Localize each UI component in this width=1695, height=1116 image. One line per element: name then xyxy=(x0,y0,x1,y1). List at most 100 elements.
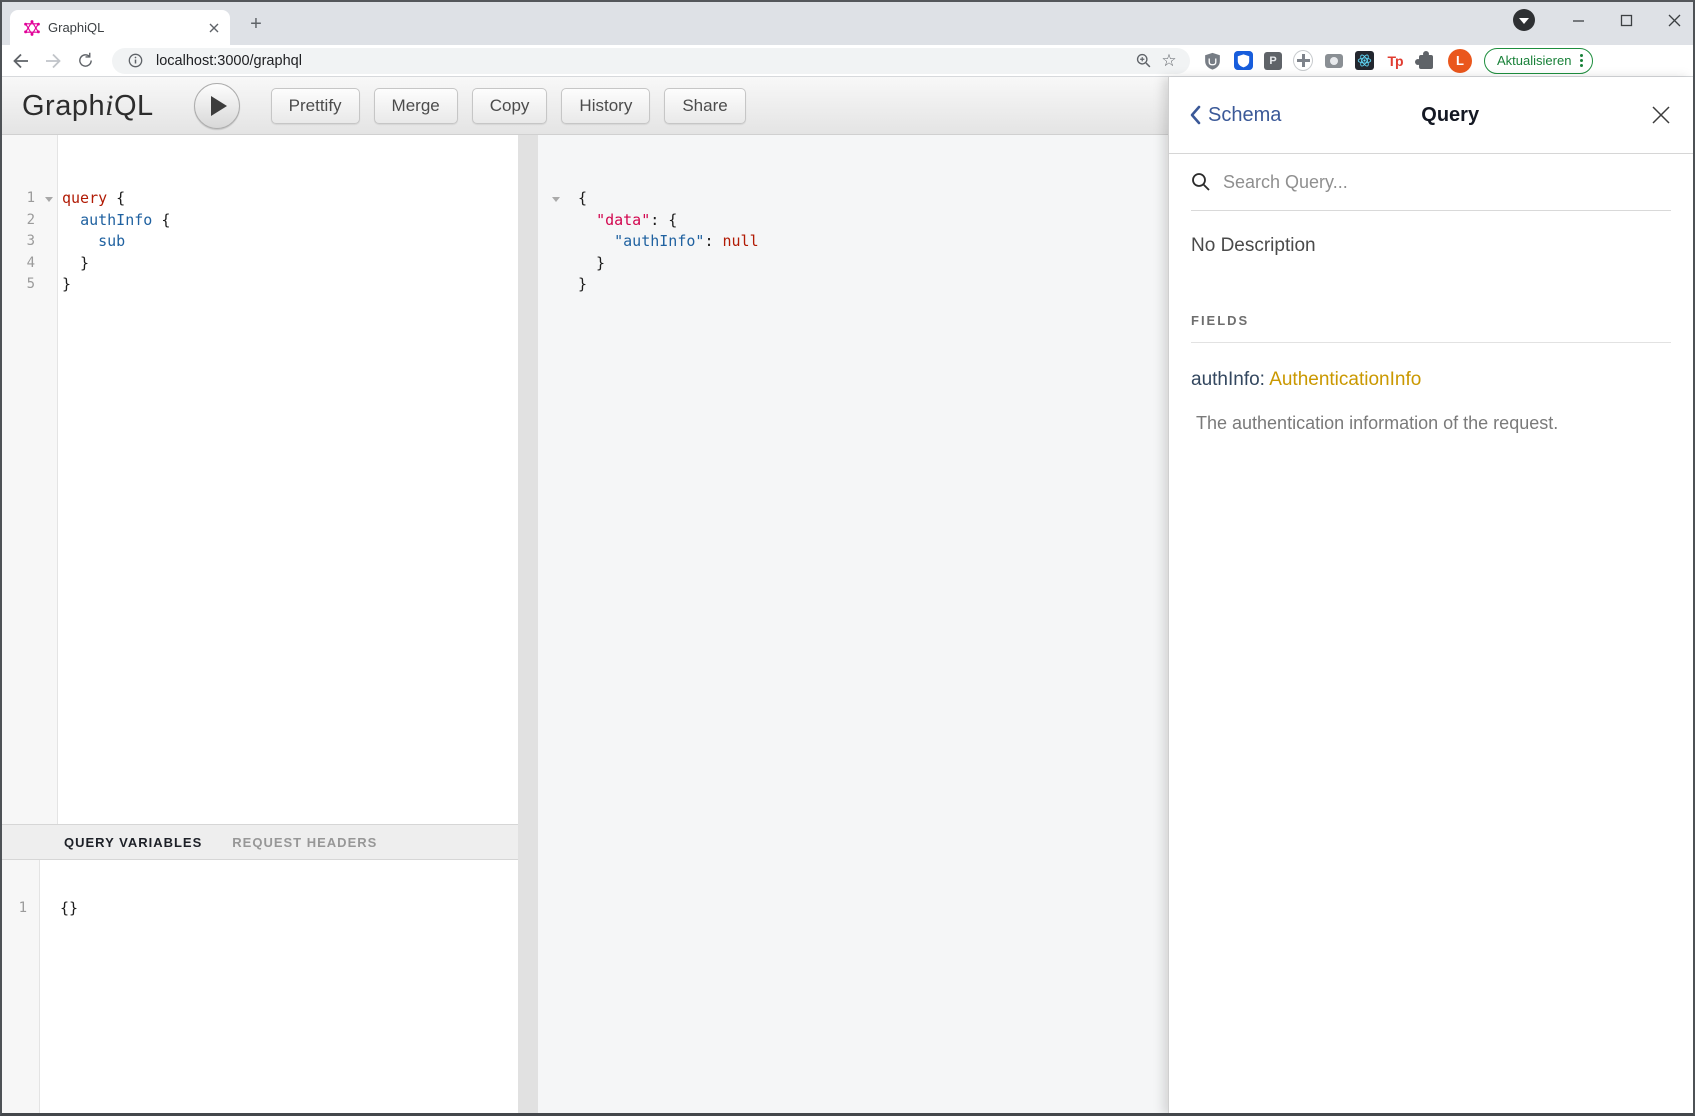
code-line[interactable]: "authInfo": null xyxy=(540,231,1170,253)
query-pane: 1query {2 authInfo {3 sub4 }5} QUERY VAR… xyxy=(2,135,518,1115)
code-line[interactable]: 2 authInfo { xyxy=(2,210,518,232)
line-number: 1 xyxy=(2,898,32,920)
editor-panes: 1query {2 authInfo {3 sub4 }5} QUERY VAR… xyxy=(2,135,1168,1115)
react-devtools-icon[interactable] xyxy=(1355,51,1374,70)
fold-gutter xyxy=(40,274,57,296)
profile-avatar[interactable]: L xyxy=(1448,49,1472,73)
graphiql-app: GraphiQL Prettify Merge Copy History Sha… xyxy=(2,77,1693,1115)
bitwarden-icon[interactable] xyxy=(1233,51,1253,71)
line-number: 5 xyxy=(2,274,40,296)
bookmark-star-icon[interactable]: ☆ xyxy=(1156,48,1182,74)
doc-search-bar xyxy=(1191,154,1671,211)
share-button[interactable]: Share xyxy=(664,88,745,124)
doc-back-link[interactable]: Schema xyxy=(1189,104,1281,127)
browser-window: GraphiQL + xyxy=(0,0,1695,1116)
fold-gutter xyxy=(540,274,578,296)
doc-explorer-header: Schema Query xyxy=(1169,77,1693,154)
code-text: } xyxy=(578,253,1170,275)
code-line[interactable]: 1{} xyxy=(2,898,518,920)
code-line[interactable]: 1 query { xyxy=(2,188,518,210)
pane-resize-handle[interactable] xyxy=(518,135,538,1115)
code-text: authInfo { xyxy=(57,210,518,232)
search-icon xyxy=(1191,172,1211,192)
graphiql-toolbar: GraphiQL Prettify Merge Copy History Sha… xyxy=(2,77,1168,135)
code-line[interactable]: 4 } xyxy=(2,253,518,275)
fold-gutter xyxy=(40,253,57,275)
code-line[interactable]: } xyxy=(540,253,1170,275)
variables-editor[interactable]: 1{} xyxy=(2,860,518,1115)
minimize-button[interactable] xyxy=(1565,7,1591,33)
copy-button[interactable]: Copy xyxy=(472,88,548,124)
forward-icon[interactable] xyxy=(40,48,66,74)
doc-explorer-panel: Schema Query No Description FIELDS authI… xyxy=(1168,77,1693,1115)
move-tool-icon[interactable] xyxy=(1293,50,1313,71)
code-text: query { xyxy=(57,188,518,210)
doc-close-icon[interactable] xyxy=(1649,103,1673,127)
extensions-puzzle-icon[interactable] xyxy=(1419,55,1433,69)
doc-explorer-title: Query xyxy=(1281,104,1649,127)
fold-gutter xyxy=(540,253,578,275)
field-name-link[interactable]: authInfo xyxy=(1191,369,1260,390)
code-line[interactable]: 3 sub xyxy=(2,231,518,253)
code-text: } xyxy=(57,274,518,296)
code-line[interactable]: 5} xyxy=(2,274,518,296)
code-line[interactable]: { xyxy=(540,188,1170,210)
reload-icon[interactable] xyxy=(72,48,98,74)
history-button[interactable]: History xyxy=(561,88,650,124)
address-bar[interactable]: localhost:3000/graphql ☆ xyxy=(112,48,1190,74)
doc-back-label: Schema xyxy=(1208,104,1281,127)
fold-gutter xyxy=(40,210,57,232)
graphql-favicon-icon xyxy=(24,20,40,36)
zoom-icon[interactable] xyxy=(1130,48,1156,74)
query-editor[interactable]: 1query {2 authInfo {3 sub4 }5} xyxy=(2,135,518,824)
fold-arrow-icon[interactable] xyxy=(540,188,578,210)
browser-tab[interactable]: GraphiQL xyxy=(10,10,230,45)
code-text: "authInfo": null xyxy=(578,231,1170,253)
update-browser-label: Aktualisieren xyxy=(1497,53,1571,68)
fold-arrow-icon[interactable] xyxy=(40,188,57,210)
merge-button[interactable]: Merge xyxy=(374,88,458,124)
code-text: {} xyxy=(32,898,518,920)
url-text[interactable]: localhost:3000/graphql xyxy=(156,53,1130,69)
extensions-row: P Tp xyxy=(1202,51,1436,71)
maximize-button[interactable] xyxy=(1613,7,1639,33)
field-type-link[interactable]: AuthenticationInfo xyxy=(1269,369,1421,390)
field-description: The authentication information of the re… xyxy=(1196,413,1671,434)
line-number: 3 xyxy=(2,231,40,253)
code-line[interactable]: "data": { xyxy=(540,210,1170,232)
line-number: 4 xyxy=(2,253,40,275)
execute-query-button[interactable] xyxy=(194,83,240,129)
close-window-button[interactable] xyxy=(1661,7,1687,33)
doc-search-input[interactable] xyxy=(1221,171,1671,194)
code-line[interactable]: } xyxy=(540,274,1170,296)
doc-field-item: authInfo: AuthenticationInfo xyxy=(1191,369,1671,391)
fields-section-header: FIELDS xyxy=(1191,313,1671,328)
tab-close-icon[interactable] xyxy=(206,20,222,36)
camera-extension-icon[interactable] xyxy=(1325,54,1343,68)
site-info-icon[interactable] xyxy=(122,48,148,74)
code-text: } xyxy=(57,253,518,275)
back-icon[interactable] xyxy=(8,48,34,74)
code-text: sub xyxy=(57,231,518,253)
doc-explorer-content: No Description FIELDS authInfo: Authenti… xyxy=(1169,235,1693,434)
update-browser-button[interactable]: Aktualisieren xyxy=(1484,48,1593,74)
code-text: } xyxy=(578,274,1170,296)
tab-strip: GraphiQL + xyxy=(2,2,1693,45)
tab-query-variables[interactable]: QUERY VARIABLES xyxy=(64,835,202,850)
window-controls xyxy=(1513,2,1687,38)
ublock-icon[interactable] xyxy=(1202,51,1222,71)
titlebar-dropdown-icon[interactable] xyxy=(1513,9,1535,31)
graphiql-logo: GraphiQL xyxy=(22,89,154,123)
code-text: "data": { xyxy=(578,210,1170,232)
new-tab-button[interactable]: + xyxy=(242,10,270,38)
fold-gutter xyxy=(540,210,578,232)
result-viewer[interactable]: { "data": { "authInfo": null }} xyxy=(538,135,1170,1115)
browser-menu-icon[interactable] xyxy=(1577,54,1586,67)
privacy-extension-icon[interactable]: P xyxy=(1264,52,1282,70)
prettify-button[interactable]: Prettify xyxy=(271,88,360,124)
tp-extension-icon[interactable]: Tp xyxy=(1385,51,1405,71)
line-number: 2 xyxy=(2,210,40,232)
fields-divider xyxy=(1191,342,1671,343)
line-number: 1 xyxy=(2,188,40,210)
tab-request-headers[interactable]: REQUEST HEADERS xyxy=(232,835,377,850)
